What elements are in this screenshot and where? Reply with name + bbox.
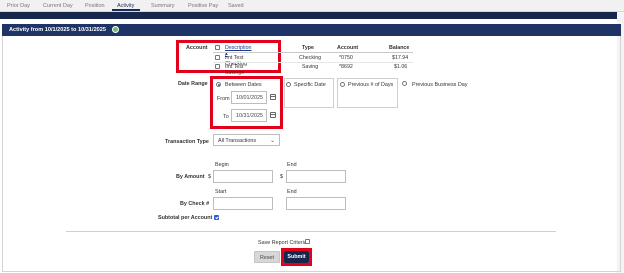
tab-current-day[interactable]: Current Day [43,3,73,9]
row-account: *8692 [339,64,353,70]
navy-bar [0,12,617,19]
type-column-header: Type [302,45,314,51]
between-dates-label: Between Dates [225,82,262,88]
to-calendar-icon[interactable] [270,112,276,118]
specific-date-label: Specific Date [294,82,326,88]
from-label: From [217,96,230,102]
begin-currency-symbol: $ [208,174,211,180]
begin-label: Begin [215,162,229,168]
row-type: Checking [299,55,322,61]
save-criteria-label: Save Report Criteria [258,240,307,246]
panel-header: Activity from 10/1/2025 to 10/31/2025 [2,24,621,36]
select-all-checkbox[interactable] [215,45,220,50]
by-check-label: By Check # [180,201,210,207]
amount-begin-input[interactable] [213,170,273,183]
check-end-input[interactable] [286,197,346,210]
tab-summary[interactable]: Summary [151,3,175,9]
row-account: *0750 [339,55,353,61]
amount-end-input[interactable] [286,170,346,183]
to-label: To [223,114,229,120]
from-date-input[interactable]: 10/01/2025 [231,91,267,104]
start-label: Start [215,189,227,195]
end-currency-symbol: $ [280,174,283,180]
save-criteria-checkbox[interactable] [305,239,310,244]
panel-body [2,36,621,272]
submit-button[interactable]: Submit [284,251,309,263]
chevron-down-icon: ⌄ [269,138,275,144]
reset-button[interactable]: Reset [254,251,280,263]
tab-position[interactable]: Position [85,3,105,9]
row-balance: $17.94 [392,55,409,61]
from-calendar-icon[interactable] [270,94,276,100]
account-label: Account [186,45,208,51]
balance-column-header: Balance [389,45,410,51]
row-checkbox[interactable] [215,64,220,69]
tab-positive-pay[interactable]: Positive Pay [188,3,218,9]
date-range-label: Date Range [178,81,208,87]
between-dates-radio[interactable] [216,82,221,87]
check-end-label: End [287,189,297,195]
row-checkbox[interactable] [215,55,220,60]
panel-title: Activity from 10/1/2025 to 10/31/2025 [9,27,107,33]
transaction-type-select[interactable]: All Transactions ⌄ [213,134,280,146]
tab-prior-day[interactable]: Prior Day [7,3,30,9]
to-date-input[interactable]: 10/31/2025 [231,109,267,122]
tab-saved[interactable]: Saved [228,3,244,9]
previous-business-day-radio[interactable] [402,81,407,86]
account-column-header: Account [337,45,359,51]
previous-business-day-label: Previous Business Day [412,82,468,88]
specific-date-radio[interactable] [286,82,291,87]
end-label: End [287,162,297,168]
transaction-type-label: Transaction Type [165,139,209,145]
row-divider [213,62,413,63]
subtotal-checkbox[interactable] [214,215,219,220]
info-icon[interactable] [112,26,119,33]
by-amount-label: By Amount [176,174,205,180]
previous-days-label: Previous # of Days [348,82,394,88]
table-header-divider [213,52,413,53]
form-divider [66,231,556,232]
active-tab-indicator [112,9,140,11]
row-description: Imt Test Savings [225,64,244,76]
subtotal-label: Subtotal per Account [158,215,213,221]
row-type: Saving [302,64,319,70]
previous-days-radio[interactable] [340,82,345,87]
check-start-input[interactable] [213,197,273,210]
transaction-type-value: All Transactions [218,138,257,144]
row-balance: $1.06 [394,64,408,70]
report-tabs: Prior Day Current Day Position Activity … [0,0,624,12]
